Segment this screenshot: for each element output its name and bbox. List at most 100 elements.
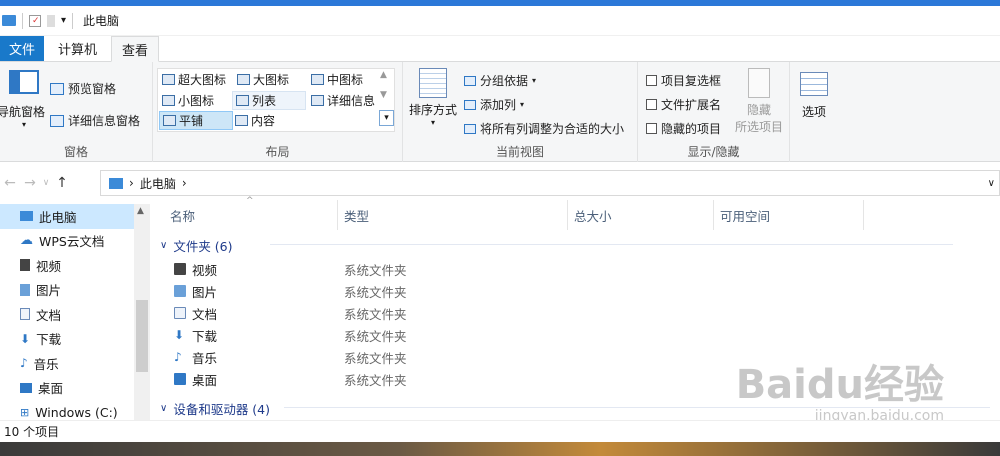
- back-arrow-icon[interactable]: ←: [0, 175, 20, 191]
- computer-icon: [109, 177, 123, 189]
- list-item[interactable]: 图片 系统文件夹: [174, 280, 774, 302]
- group-by-button[interactable]: 分组依据 ▾: [464, 72, 536, 89]
- checkbox: [646, 99, 657, 110]
- navigation-pane: 此电脑 ☁ WPS云文档 视频 图片 文档 ⬇ 下载 ♪ 音乐 桌面 ⊞ Windows…: [0, 204, 150, 420]
- nav-pane-button[interactable]: 导航窗格 ▾: [0, 70, 46, 129]
- tiles-icon: [163, 115, 176, 126]
- sidebar-item-pictures[interactable]: 图片: [0, 278, 150, 303]
- column-header-type[interactable]: 类型: [338, 200, 568, 230]
- sidebar-item-desktop[interactable]: 桌面: [0, 376, 150, 401]
- file-extensions-label: 文件扩展名: [661, 98, 722, 112]
- sidebar-item-videos[interactable]: 视频: [0, 253, 150, 278]
- layout-tiles[interactable]: 平铺: [159, 111, 233, 130]
- group-header-folders[interactable]: ∨ 文件夹 (6): [160, 236, 953, 255]
- group-by-label: 分组依据: [480, 74, 529, 88]
- group-current-view: 排序方式 ▾ 分组依据 ▾ 添加列 ▾ 将所有列调整为合适的大小 当前视图: [403, 62, 638, 162]
- item-name: 下载: [192, 328, 218, 344]
- sidebar-item-this-pc[interactable]: 此电脑: [0, 204, 150, 229]
- list-item[interactable]: ⬇ 下载 系统文件夹: [174, 324, 774, 346]
- scrollbar-thumb[interactable]: [136, 300, 148, 372]
- address-dropdown-chevron-icon[interactable]: ∨: [988, 178, 995, 189]
- chevron-down-icon: ▾: [520, 100, 525, 109]
- tab-view[interactable]: 查看: [111, 36, 160, 62]
- item-type: 系统文件夹: [344, 306, 407, 322]
- sidebar-item-downloads[interactable]: ⬇ 下载: [0, 327, 150, 352]
- forward-arrow-icon[interactable]: →: [20, 175, 40, 191]
- preview-pane-button[interactable]: 预览窗格: [50, 80, 116, 97]
- sidebar-item-label: 桌面: [38, 381, 64, 397]
- add-column-label: 添加列: [480, 98, 517, 112]
- address-bar[interactable]: › 此电脑 › ∨: [100, 170, 1000, 196]
- ribbon: 导航窗格 ▾ 预览窗格 详细信息窗格 窗格 布局 超大图标 大图标 中图标 小图…: [0, 62, 1000, 162]
- scroll-up-arrow-icon[interactable]: ▲: [137, 206, 144, 216]
- file-extensions-toggle[interactable]: 文件扩展名: [646, 96, 721, 113]
- layout-content[interactable]: 内容: [232, 111, 306, 130]
- item-checkboxes-toggle[interactable]: 项目复选框: [646, 72, 721, 89]
- properties-icon[interactable]: ✓: [29, 14, 41, 27]
- chevron-down-icon: ▾: [532, 76, 537, 85]
- breadcrumb-this-pc[interactable]: 此电脑: [140, 175, 176, 192]
- sidebar-item-label: 此电脑: [39, 209, 77, 225]
- breadcrumb-separator-icon[interactable]: ›: [129, 176, 134, 190]
- layout-expand-button[interactable]: ▾: [379, 110, 394, 126]
- hide-selected-button[interactable]: 隐藏 所选项目: [730, 68, 788, 135]
- breadcrumb: › 此电脑 ›: [109, 175, 187, 192]
- column-header-total-size[interactable]: 总大小: [568, 200, 714, 230]
- breadcrumb-separator-icon[interactable]: ›: [182, 176, 187, 190]
- sidebar-item-label: 视频: [36, 258, 62, 274]
- recent-locations-chevron-icon[interactable]: ∨: [40, 178, 52, 188]
- list-item[interactable]: 文档 系统文件夹: [174, 302, 774, 324]
- sidebar-item-music[interactable]: ♪ 音乐: [0, 351, 150, 376]
- sort-icon: [419, 68, 447, 98]
- item-name: 桌面: [192, 372, 218, 388]
- sort-by-button[interactable]: 排序方式 ▾: [407, 68, 459, 127]
- watermark-logo: Baidu经验: [735, 362, 944, 408]
- item-type: 系统文件夹: [344, 262, 407, 278]
- column-header-free-space[interactable]: 可用空间: [714, 200, 864, 230]
- tab-file[interactable]: 文件: [0, 36, 44, 61]
- group-header-devices[interactable]: ∨ 设备和驱动器 (4): [160, 399, 991, 418]
- fit-columns-button[interactable]: 将所有列调整为合适的大小: [464, 120, 624, 137]
- layout-list[interactable]: 列表: [232, 91, 306, 110]
- hide-selected-label-1: 隐藏: [746, 103, 771, 117]
- hidden-items-label: 隐藏的项目: [661, 122, 722, 136]
- sidebar-item-wps-cloud[interactable]: ☁ WPS云文档: [0, 229, 150, 254]
- item-name: 音乐: [192, 350, 218, 366]
- status-bar: 10 个项目: [0, 420, 1000, 442]
- chevron-down-icon: ∨: [160, 403, 168, 414]
- computer-icon[interactable]: [2, 15, 16, 26]
- extra-large-icons-icon: [162, 74, 175, 85]
- group-divider: [270, 244, 953, 245]
- up-arrow-icon[interactable]: ↑: [52, 175, 72, 191]
- customize-toolbar-dropdown[interactable]: ▾: [61, 15, 66, 26]
- layout-extra-large-icons[interactable]: 超大图标: [159, 70, 235, 89]
- layout-small-icons[interactable]: 小图标: [159, 91, 233, 110]
- sidebar-item-label: 图片: [36, 283, 62, 299]
- details-pane-button[interactable]: 详细信息窗格: [50, 112, 140, 129]
- hidden-items-toggle[interactable]: 隐藏的项目: [646, 120, 721, 137]
- layout-scroll-down[interactable]: ▼: [380, 90, 387, 100]
- computer-icon: [20, 211, 33, 222]
- quick-access-toolbar: ✓ ▾ 此电脑: [0, 12, 119, 29]
- sidebar-item-label: 音乐: [33, 356, 59, 372]
- download-arrow-icon: ⬇: [174, 328, 185, 342]
- options-button[interactable]: 选项: [794, 72, 834, 120]
- chevron-down-icon: ▾: [21, 120, 26, 129]
- sidebar-item-windows-c[interactable]: ⊞ Windows (C:): [0, 400, 150, 420]
- large-icons-icon: [237, 74, 250, 85]
- layout-large-icons[interactable]: 大图标: [234, 70, 308, 89]
- list-item[interactable]: ♪ 音乐 系统文件夹: [174, 346, 774, 368]
- pictures-folder-icon: [174, 285, 186, 297]
- column-header-name[interactable]: 名称: [164, 200, 338, 230]
- list-item[interactable]: 视频 系统文件夹: [174, 258, 774, 280]
- navigation-scrollbar[interactable]: ▲: [134, 204, 150, 420]
- item-count: 10 个项目: [4, 425, 60, 439]
- list-item[interactable]: 桌面 系统文件夹: [174, 368, 774, 390]
- music-note-icon: ♪: [20, 356, 28, 371]
- toolbar-separator: [22, 12, 23, 29]
- tab-computer[interactable]: 计算机: [44, 36, 111, 61]
- layout-scroll-up[interactable]: ▲: [380, 70, 387, 80]
- add-column-button[interactable]: 添加列 ▾: [464, 96, 524, 113]
- new-folder-icon[interactable]: [47, 14, 55, 27]
- sidebar-item-documents[interactable]: 文档: [0, 302, 150, 327]
